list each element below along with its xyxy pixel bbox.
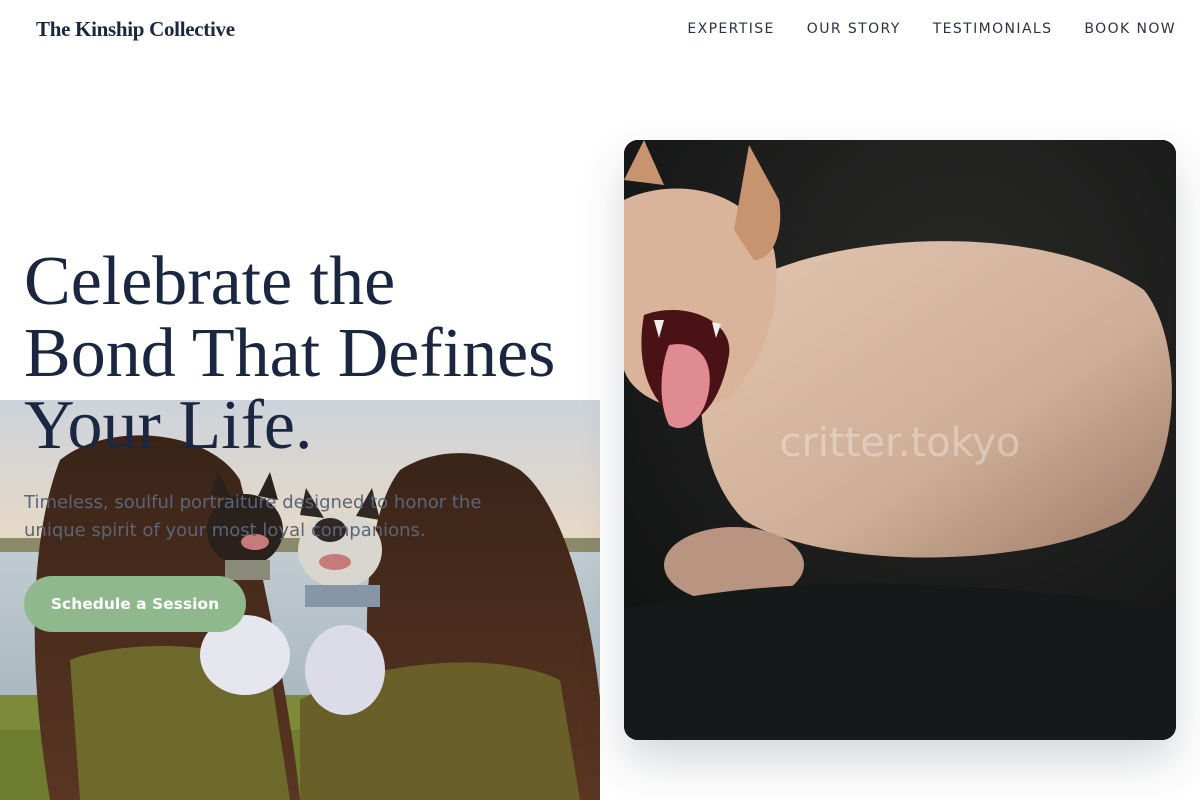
nav-link-testimonials[interactable]: TESTIMONIALS (933, 21, 1053, 37)
top-nav: The Kinship Collective EXPERTISE OUR STO… (0, 0, 1200, 60)
nav-link-expertise[interactable]: EXPERTISE (687, 21, 774, 37)
nav-link-our-story[interactable]: OUR STORY (807, 21, 901, 37)
hero-headline: Celebrate the Bond That Defines Your Lif… (24, 246, 604, 462)
hero-headline-line-2: Bond That Defines (24, 315, 556, 392)
hero-headline-line-1: Celebrate the (24, 243, 396, 320)
brand-logo[interactable]: The Kinship Collective (36, 17, 235, 42)
schedule-session-button[interactable]: Schedule a Session (24, 576, 246, 632)
hero-photo-card-cat: critter.tokyo (624, 140, 1176, 740)
nav-link-book-now[interactable]: BOOK NOW (1084, 21, 1176, 37)
hero-subtext: Timeless, soulful portraiture designed t… (24, 492, 482, 541)
hero-headline-line-3: Your Life. (24, 387, 313, 464)
nav-links: EXPERTISE OUR STORY TESTIMONIALS BOOK NO… (687, 21, 1176, 37)
